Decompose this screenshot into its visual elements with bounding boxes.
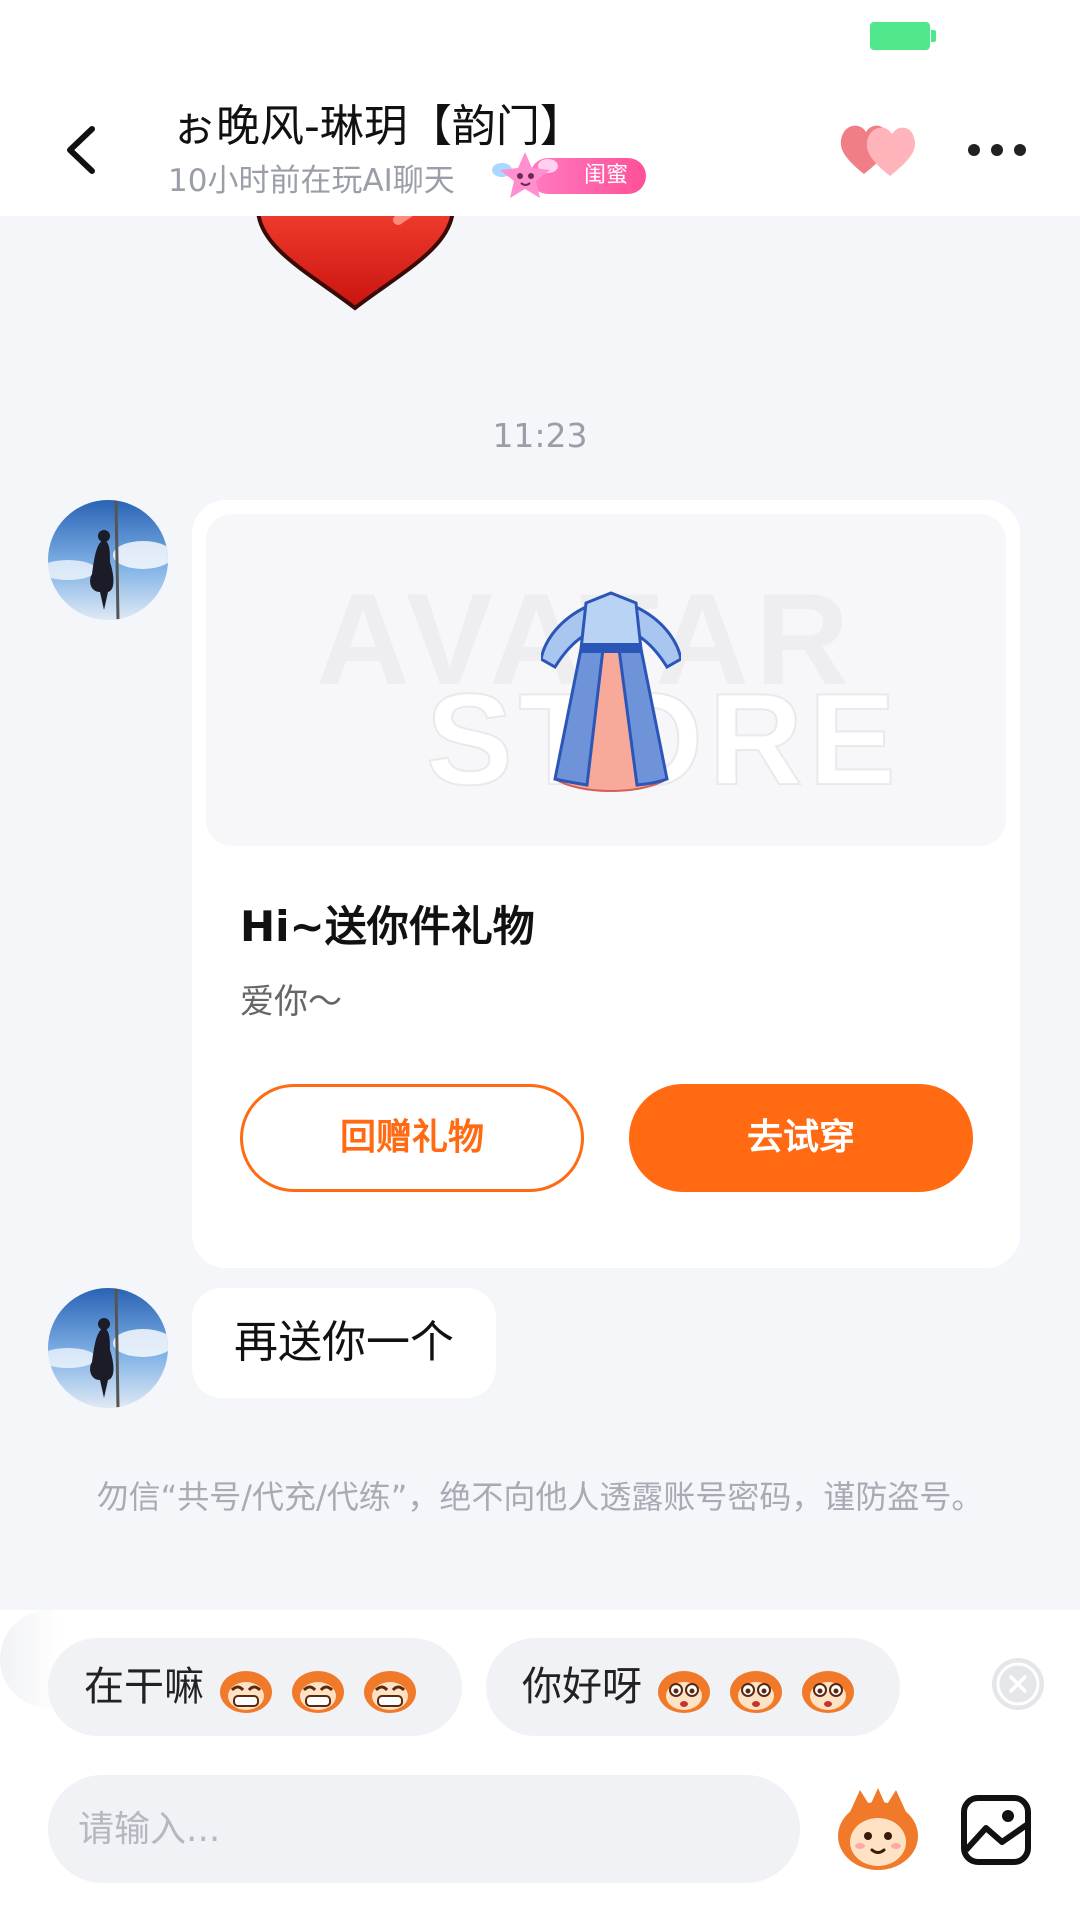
monkey-mascot-icon <box>838 1788 918 1870</box>
more-dots-icon <box>968 144 1026 156</box>
text-message-bubble[interactable]: 再送你一个 <box>192 1288 496 1398</box>
message-timestamp: 11:23 <box>492 416 588 455</box>
battery-icon <box>870 22 936 50</box>
contact-name[interactable]: ぉ晚风-琳玥【韵门】 <box>172 90 584 154</box>
return-gift-button[interactable]: 回赠礼物 <box>240 1084 584 1192</box>
quick-reply-chip[interactable]: 你好呀 <box>486 1638 900 1736</box>
sender-avatar[interactable] <box>48 1288 168 1408</box>
grinning-monkey-icon <box>292 1671 344 1713</box>
image-icon <box>961 1795 1031 1865</box>
gift-card[interactable]: AVATAR STORE Hi~送你件礼物 爱你～ 回赠礼物 去试穿 <box>192 500 1020 1268</box>
avatar-image <box>48 1288 168 1408</box>
safety-notice: 勿信“共号/代充/代练”，绝不向他人透露账号密码，谨防盗号。 <box>96 1478 984 1516</box>
wide-eyed-monkey-icon <box>658 1671 710 1713</box>
status-bar <box>0 0 1080 80</box>
gift-title: Hi~送你件礼物 <box>240 902 535 951</box>
hanfu-dress-icon <box>541 591 681 792</box>
message-list[interactable]: 11:23 AVATAR STORE <box>0 216 1080 1610</box>
double-heart-icon <box>840 125 915 176</box>
more-options-button[interactable] <box>962 130 1032 170</box>
gift-message: 爱你～ <box>240 982 342 1022</box>
chevron-left-icon <box>67 126 95 174</box>
grinning-monkey-icon <box>364 1671 416 1713</box>
avatar-image <box>48 500 168 620</box>
chat-header: ぉ晚风-琳玥【韵门】 10小时前在玩AI聊天 闺蜜 <box>0 80 1080 216</box>
try-on-button[interactable]: 去试穿 <box>629 1084 973 1192</box>
quick-reply-label: 在干嘛 <box>84 1664 204 1710</box>
message-input[interactable] <box>48 1775 800 1883</box>
sticker-button[interactable] <box>830 1782 926 1878</box>
contact-status: 10小时前在玩AI聊天 <box>168 163 455 199</box>
star-mascot-icon <box>492 152 558 198</box>
intimacy-hearts-button[interactable] <box>838 118 918 180</box>
composer-area: 在干嘛 你好呀 <box>0 1610 1080 1920</box>
back-button[interactable] <box>50 115 120 185</box>
wide-eyed-monkey-icon <box>802 1671 854 1713</box>
sender-avatar[interactable] <box>48 500 168 620</box>
heart-sticker-icon <box>256 216 455 311</box>
quick-reply-chip[interactable]: 在干嘛 <box>48 1638 462 1736</box>
close-icon <box>996 1662 1040 1706</box>
gift-preview[interactable]: AVATAR STORE <box>206 514 1006 846</box>
quick-reply-label: 你好呀 <box>522 1664 642 1710</box>
wide-eyed-monkey-icon <box>730 1671 782 1713</box>
relationship-badge[interactable]: 闺蜜 <box>490 148 650 204</box>
image-picker-button[interactable] <box>956 1790 1036 1870</box>
grinning-monkey-icon <box>220 1671 272 1713</box>
close-quick-replies-button[interactable] <box>992 1658 1044 1710</box>
